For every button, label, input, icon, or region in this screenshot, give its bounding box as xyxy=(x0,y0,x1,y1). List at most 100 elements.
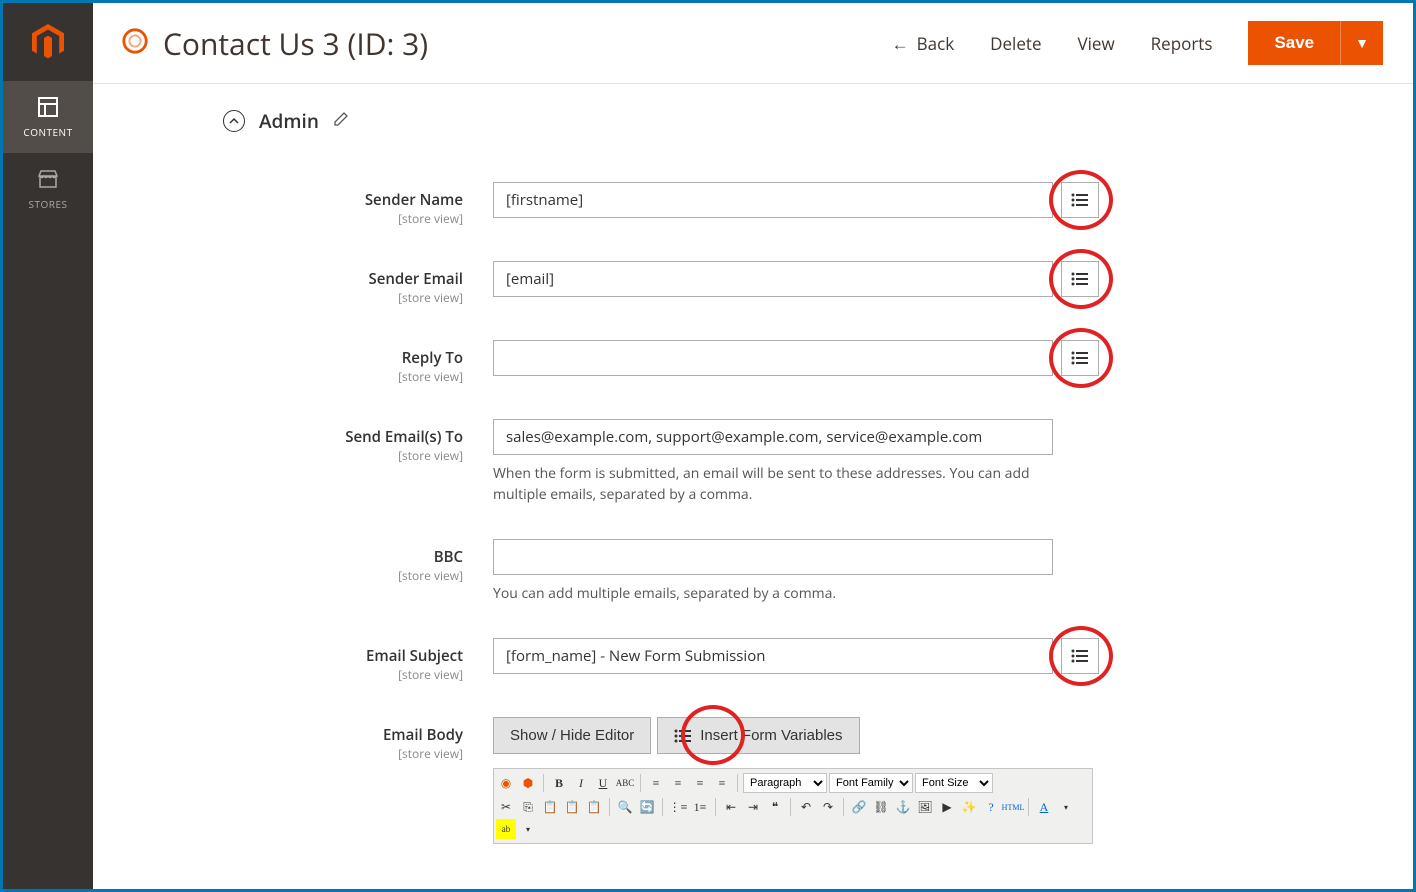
align-right-icon[interactable]: ≡ xyxy=(690,773,710,793)
indent-icon[interactable]: ⇥ xyxy=(743,797,763,817)
list-icon xyxy=(1071,649,1089,663)
scope-label: [store view] xyxy=(223,289,463,306)
content-icon xyxy=(36,95,60,119)
insert-variable-button[interactable] xyxy=(1061,261,1099,297)
insert-variable-button[interactable] xyxy=(1061,182,1099,218)
paste-text-icon[interactable]: 📋 xyxy=(562,797,582,817)
sender-name-label: Sender Name xyxy=(365,190,463,210)
scope-label: [store view] xyxy=(223,447,463,464)
undo-icon[interactable]: ↶ xyxy=(796,797,816,817)
wysiwyg-toolbar: ◉ ⬢ B I U ABC ≡ ≡ ≡ ≡ xyxy=(493,768,1093,844)
scope-label: [store view] xyxy=(223,745,463,762)
list-icon xyxy=(674,729,692,743)
subject-label: Email Subject xyxy=(366,646,463,666)
media-icon[interactable]: ▶ xyxy=(937,797,957,817)
underline-icon[interactable]: U xyxy=(593,773,613,793)
reply-to-label: Reply To xyxy=(402,348,463,368)
insert-variables-label: Insert Form Variables xyxy=(700,727,842,744)
redo-icon[interactable]: ↷ xyxy=(818,797,838,817)
scope-label: [store view] xyxy=(223,368,463,385)
sender-name-input[interactable] xyxy=(493,182,1053,218)
scope-label: [store view] xyxy=(223,567,463,584)
separator xyxy=(715,798,716,816)
align-left-icon[interactable]: ≡ xyxy=(646,773,666,793)
strike-icon[interactable]: ABC xyxy=(615,773,635,793)
help-icon[interactable]: ? xyxy=(981,797,1001,817)
caret-down-icon[interactable]: ▾ xyxy=(518,819,538,839)
stores-icon xyxy=(36,167,60,191)
outdent-icon[interactable]: ⇤ xyxy=(721,797,741,817)
list-icon xyxy=(1071,193,1089,207)
pencil-icon xyxy=(333,111,349,127)
chevron-up-icon xyxy=(229,116,239,126)
view-button[interactable]: View xyxy=(1078,32,1115,55)
paste-icon[interactable]: 📋 xyxy=(540,797,560,817)
mageplaza-icon xyxy=(121,27,149,60)
bcc-input[interactable] xyxy=(493,539,1053,575)
separator xyxy=(662,798,663,816)
bullet-list-icon[interactable]: ⋮≡ xyxy=(668,797,688,817)
anchor-icon[interactable]: ⚓ xyxy=(893,797,913,817)
replace-icon[interactable]: 🔄 xyxy=(637,797,657,817)
edit-section-button[interactable] xyxy=(333,110,349,132)
find-icon[interactable]: 🔍 xyxy=(615,797,635,817)
separator xyxy=(1028,798,1029,816)
widget-icon[interactable]: ◉ xyxy=(496,773,516,793)
collapse-toggle[interactable] xyxy=(223,110,245,132)
save-dropdown-toggle[interactable]: ▼ xyxy=(1340,21,1383,65)
align-justify-icon[interactable]: ≡ xyxy=(712,773,732,793)
separator xyxy=(640,774,641,792)
sidebar-item-content[interactable]: CONTENT xyxy=(3,81,93,153)
bg-color-icon[interactable]: ab xyxy=(496,819,516,839)
arrow-left-icon: ← xyxy=(892,32,909,55)
toggle-editor-button[interactable]: Show / Hide Editor xyxy=(493,717,651,754)
number-list-icon[interactable]: 1≡ xyxy=(690,797,710,817)
bcc-hint: You can add multiple emails, separated b… xyxy=(493,583,1053,604)
copy-icon[interactable]: ⎘ xyxy=(518,797,538,817)
reply-to-input[interactable] xyxy=(493,340,1053,376)
caret-down-icon: ▼ xyxy=(1355,35,1369,51)
align-center-icon[interactable]: ≡ xyxy=(668,773,688,793)
separator xyxy=(609,798,610,816)
back-label: Back xyxy=(917,32,955,55)
cleanup-icon[interactable]: ✨ xyxy=(959,797,979,817)
magento-icon xyxy=(28,22,68,62)
html-icon[interactable]: HTML xyxy=(1003,797,1023,817)
insert-form-variables-button[interactable]: Insert Form Variables xyxy=(657,717,859,754)
list-icon xyxy=(1071,351,1089,365)
paste-word-icon[interactable]: 📋 xyxy=(584,797,604,817)
cut-icon[interactable]: ✂ xyxy=(496,797,516,817)
unlink-icon[interactable]: ⛓ xyxy=(871,797,891,817)
sidebar-item-stores[interactable]: STORES xyxy=(3,153,93,225)
save-button[interactable]: Save xyxy=(1248,21,1340,65)
bcc-label: BBC xyxy=(434,547,463,567)
subject-input[interactable] xyxy=(493,638,1053,674)
variable-icon[interactable]: ⬢ xyxy=(518,773,538,793)
insert-variable-button[interactable] xyxy=(1061,340,1099,376)
reports-button[interactable]: Reports xyxy=(1151,32,1213,55)
section-title: Admin xyxy=(259,108,319,134)
separator xyxy=(737,774,738,792)
font-family-select[interactable]: Font Family xyxy=(829,773,913,793)
send-to-hint: When the form is submitted, an email wil… xyxy=(493,463,1053,505)
separator xyxy=(790,798,791,816)
magento-logo[interactable] xyxy=(3,3,93,81)
bold-icon[interactable]: B xyxy=(549,773,569,793)
back-button[interactable]: ← Back xyxy=(892,32,955,55)
separator xyxy=(843,798,844,816)
sidebar-item-label: CONTENT xyxy=(23,125,72,139)
font-size-select[interactable]: Font Size xyxy=(915,773,993,793)
link-icon[interactable]: 🔗 xyxy=(849,797,869,817)
sender-email-label: Sender Email xyxy=(368,269,463,289)
insert-variable-button[interactable] xyxy=(1061,638,1099,674)
image-icon[interactable]: 🖼 xyxy=(915,797,935,817)
sender-email-input[interactable] xyxy=(493,261,1053,297)
caret-down-icon[interactable]: ▾ xyxy=(1056,797,1076,817)
send-to-input[interactable] xyxy=(493,419,1053,455)
paragraph-select[interactable]: Paragraph xyxy=(743,773,827,793)
text-color-icon[interactable]: A xyxy=(1034,797,1054,817)
italic-icon[interactable]: I xyxy=(571,773,591,793)
delete-button[interactable]: Delete xyxy=(990,32,1041,55)
page-header: Contact Us 3 (ID: 3) ← Back Delete View … xyxy=(93,3,1413,84)
blockquote-icon[interactable]: ❝ xyxy=(765,797,785,817)
